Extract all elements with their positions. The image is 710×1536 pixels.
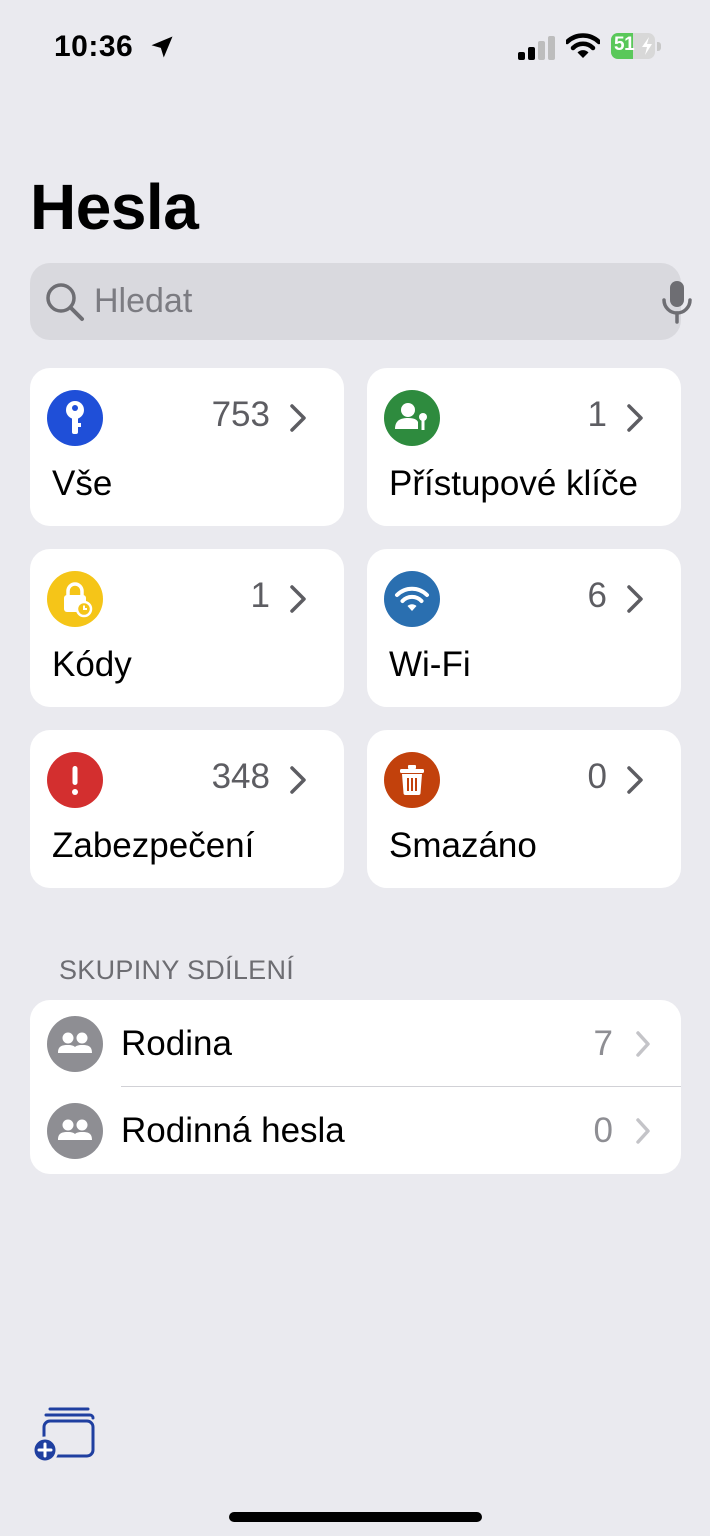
exclamation-icon (47, 752, 103, 808)
sharing-group-count: 0 (593, 1111, 613, 1150)
category-codes[interactable]: 1 Kódy (30, 549, 344, 707)
sharing-group-name: Rodinná hesla (121, 1111, 345, 1150)
section-header-sharing-groups: SKUPINY SDÍLENÍ (59, 955, 295, 985)
category-count: 1 (250, 576, 270, 615)
people-icon (47, 1016, 103, 1072)
chevron-right-icon (290, 404, 306, 432)
category-count: 348 (211, 757, 270, 796)
trash-icon (384, 752, 440, 808)
people-icon (47, 1103, 103, 1159)
cellular-signal-icon (518, 36, 555, 60)
key-icon (47, 390, 103, 446)
search-icon (46, 283, 84, 321)
search-input[interactable] (94, 279, 614, 323)
chevron-right-icon (627, 766, 643, 794)
chevron-right-icon (290, 585, 306, 613)
chevron-right-icon (627, 585, 643, 613)
category-label: Smazáno (389, 826, 537, 865)
category-label: Zabezpečení (52, 826, 255, 865)
category-deleted[interactable]: 0 Smazáno (367, 730, 681, 888)
chevron-right-icon (627, 404, 643, 432)
category-count: 1 (587, 395, 607, 434)
sharing-group-row[interactable]: Rodinná hesla 0 (30, 1087, 681, 1174)
wifi-icon (384, 571, 440, 627)
category-passkeys[interactable]: 1 Přístupové klíče (367, 368, 681, 526)
sharing-group-count: 7 (593, 1024, 613, 1063)
category-wifi[interactable]: 6 Wi-Fi (367, 549, 681, 707)
chevron-right-icon (636, 1031, 650, 1057)
sharing-group-row[interactable]: Rodina 7 (30, 1000, 681, 1087)
page-title: Hesla (30, 171, 199, 243)
category-security[interactable]: 348 Zabezpečení (30, 730, 344, 888)
battery-indicator: 51 (611, 33, 663, 61)
search-bar[interactable] (30, 263, 692, 340)
category-label: Přístupové klíče (389, 464, 638, 503)
category-label: Vše (52, 464, 113, 503)
sharing-group-name: Rodina (121, 1024, 232, 1063)
wifi-status-icon (566, 33, 600, 58)
charging-bolt-icon (642, 37, 652, 55)
chevron-right-icon (290, 766, 306, 794)
category-count: 0 (587, 757, 607, 796)
sharing-groups-list: Rodina 7 Rodinná hesla 0 (30, 1000, 681, 1174)
status-bar: 10:36 51 (0, 0, 710, 95)
chevron-right-icon (636, 1118, 650, 1144)
home-indicator (229, 1512, 482, 1522)
category-count: 753 (211, 395, 270, 434)
battery-percent: 51 (614, 34, 635, 55)
category-label: Kódy (52, 645, 132, 684)
microphone-icon[interactable] (660, 280, 694, 324)
lock-clock-icon (47, 571, 103, 627)
location-arrow-icon (151, 36, 173, 58)
person-key-icon (384, 390, 440, 446)
status-time: 10:36 (54, 30, 134, 63)
new-group-button[interactable] (32, 1404, 96, 1464)
category-all[interactable]: 753 Vše (30, 368, 344, 526)
category-count: 6 (587, 576, 607, 615)
category-label: Wi-Fi (389, 645, 471, 684)
